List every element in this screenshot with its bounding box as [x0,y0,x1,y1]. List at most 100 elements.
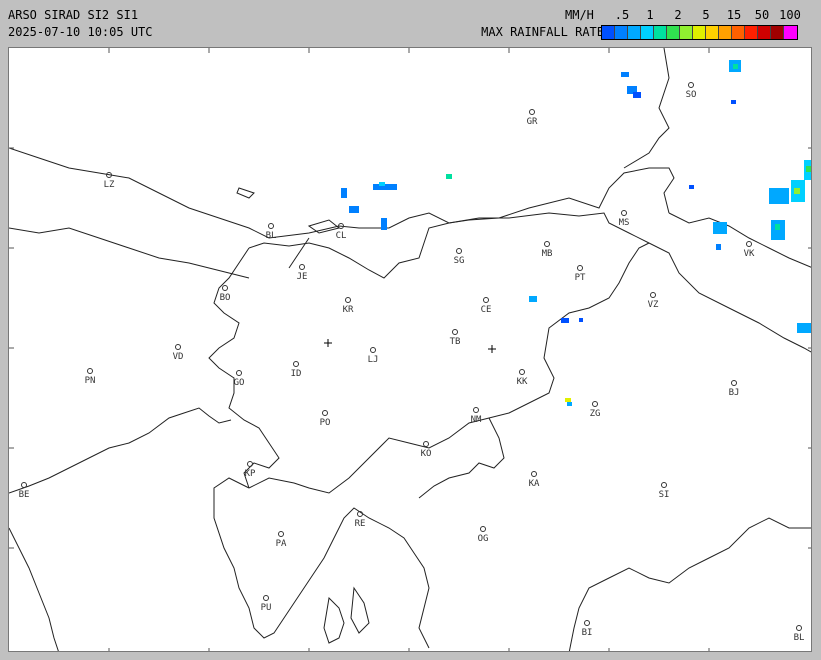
city-marker [268,223,274,229]
city-marker [584,620,590,626]
city-label: KO [421,449,432,459]
city-label: CE [481,305,492,315]
legend-swatch [758,26,771,39]
city-label: ZG [590,409,601,419]
city-marker [688,82,694,88]
city-label: BJ [729,388,740,398]
city-marker [456,248,462,254]
city-label: BO [220,293,231,303]
city-marker [452,329,458,335]
city-label: LJ [368,355,379,365]
city-marker [529,109,535,115]
map-grid-ticks [9,48,811,651]
city-label: BL [794,633,805,643]
city-label: GR [527,117,538,127]
city-label: PA [276,539,287,549]
city-label: KK [517,377,528,387]
map-borders [9,48,811,651]
legend-tick: 2 [674,8,682,22]
legend-tick: .5 [614,8,630,22]
radar-site-markers [324,339,496,353]
city-marker [423,441,429,447]
city-label: KA [529,479,540,489]
city-label: KR [343,305,354,315]
city-label: SG [454,256,465,266]
city-label: MS [619,218,630,228]
city-label: VZ [648,300,659,310]
city-marker [293,361,299,367]
legend-tick: 15 [726,8,742,22]
city-marker [236,370,242,376]
city-label: LZ [104,180,115,190]
city-label: PT [575,273,586,283]
city-label: SI [659,490,670,500]
legend-tick: 100 [779,8,801,22]
legend-color-bar [601,25,798,40]
city-label: CL [336,231,347,241]
city-marker [650,292,656,298]
city-label: TB [450,337,461,347]
city-label: PU [261,603,272,613]
city-label: KP [245,469,256,479]
legend-unit: MM/H [565,8,594,22]
city-label: GO [234,378,245,388]
city-marker [621,210,627,216]
city-label: ID [291,369,302,379]
legend-swatch [680,26,693,39]
city-label: RE [355,519,366,529]
city-marker [592,401,598,407]
legend-tick: 1 [646,8,654,22]
city-label: NM [471,415,482,425]
city-label: PO [320,418,331,428]
city-marker [299,264,305,270]
city-label: MB [542,249,553,259]
city-marker [175,344,181,350]
city-marker [370,347,376,353]
city-label: BI [582,628,593,638]
legend-swatch [784,26,797,39]
city-marker [544,241,550,247]
city-marker [480,526,486,532]
legend-tick: 5 [702,8,710,22]
city-marker [322,410,328,416]
legend-swatch [628,26,641,39]
legend-swatch [732,26,745,39]
city-label: BE [19,490,30,500]
legend-title: MAX RAINFALL RATE [481,25,604,39]
city-marker [278,531,284,537]
legend-swatch [641,26,654,39]
legend-swatch [667,26,680,39]
legend-swatch [615,26,628,39]
city-marker [531,471,537,477]
city-label: PN [85,376,96,386]
city-marker [796,625,802,631]
city-marker [661,482,667,488]
product-title: ARSO SIRAD SI2 SI1 [8,8,139,22]
city-layer: GR SO LZ BL CL MS MB SG VK JE PT BO KR CE VZ VD LJ TB PN GO… [19,82,805,643]
legend-swatch [693,26,706,39]
city-label: SO [686,90,697,100]
city-label: OG [478,534,489,544]
radar-map[interactable]: GR SO LZ BL CL MS MB SG VK JE PT BO KR CE VZ VD LJ TB PN GO… [8,47,812,652]
city-marker [87,368,93,374]
legend-swatch [745,26,758,39]
city-marker [21,482,27,488]
legend-swatch [706,26,719,39]
city-marker [263,595,269,601]
city-marker [222,285,228,291]
legend-swatch [602,26,615,39]
city-marker [577,265,583,271]
city-marker [746,241,752,247]
legend-swatch [654,26,667,39]
city-label: VK [744,249,755,259]
city-marker [731,380,737,386]
legend-swatch [771,26,784,39]
city-marker [247,461,253,467]
city-marker [519,369,525,375]
city-marker [483,297,489,303]
legend-tick: 50 [754,8,770,22]
legend-swatch [719,26,732,39]
city-marker [345,297,351,303]
city-marker [473,407,479,413]
city-label: VD [173,352,184,362]
